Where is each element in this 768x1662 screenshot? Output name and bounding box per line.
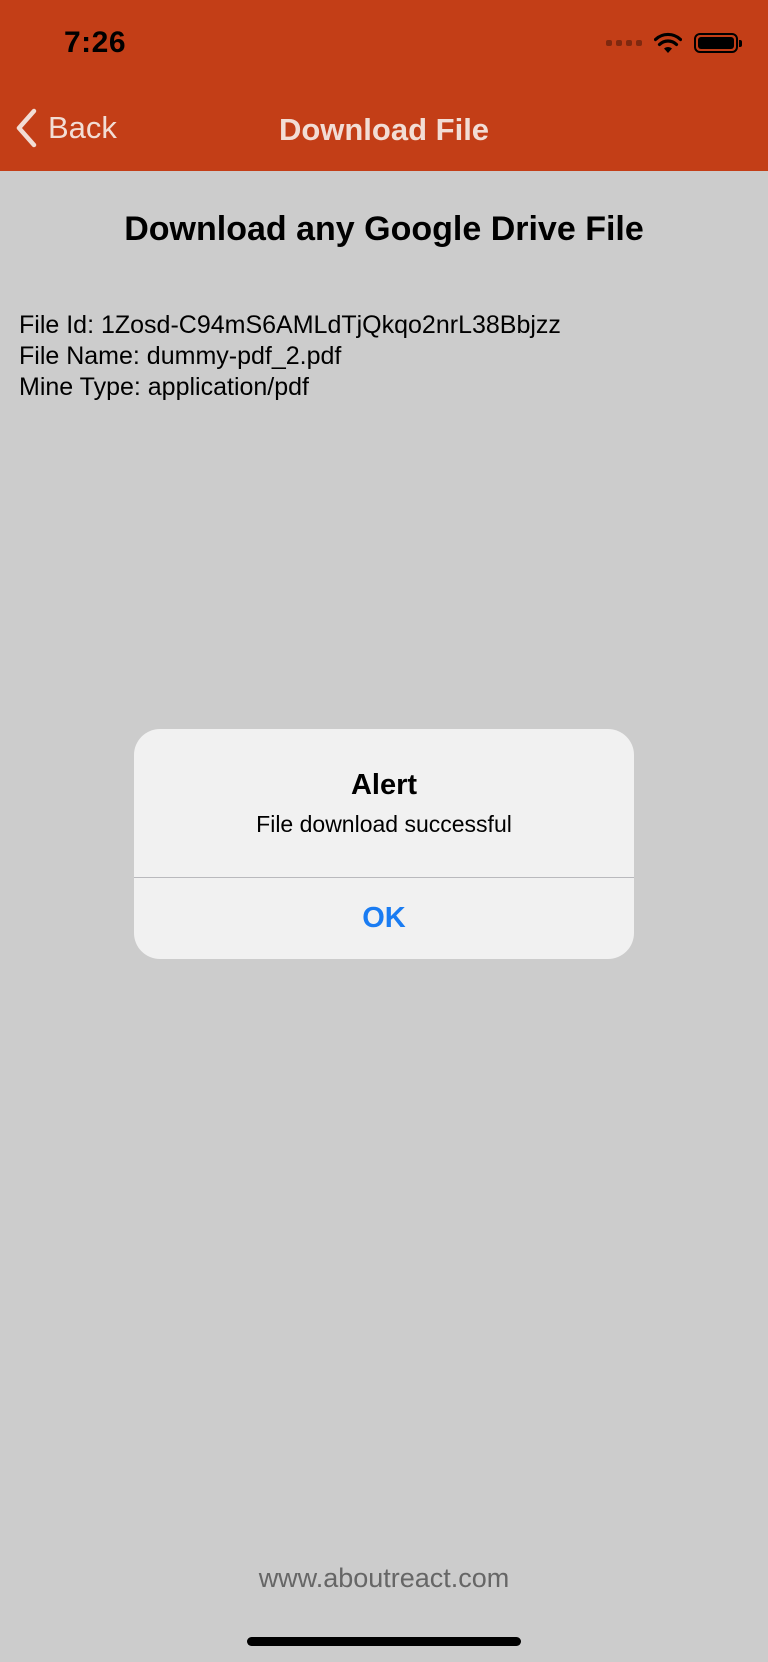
cellular-signal-icon bbox=[606, 40, 642, 46]
status-time: 7:26 bbox=[64, 26, 127, 59]
alert-title: Alert bbox=[350, 769, 418, 801]
battery-icon bbox=[694, 33, 742, 53]
file-name-text: File Name: dummy-pdf_2.pdf bbox=[19, 342, 342, 370]
alert-message: File download successful bbox=[256, 811, 512, 837]
navigation-header: 7:26 Back Download File bbox=[0, 0, 768, 171]
file-info: File Id: 1Zosd-C94mS6AMLdTjQkqo2nrL38Bbj… bbox=[19, 310, 561, 403]
footer-url[interactable]: www.aboutreact.com bbox=[0, 1563, 768, 1594]
alert-ok-button[interactable]: OK bbox=[134, 878, 634, 959]
status-indicators bbox=[606, 32, 742, 54]
home-indicator[interactable] bbox=[247, 1637, 521, 1646]
nav-title: Download File bbox=[278, 112, 490, 147]
page-heading: Download any Google Drive File bbox=[124, 210, 644, 248]
alert-dialog: Alert File download successful OK bbox=[134, 729, 634, 959]
wifi-icon bbox=[654, 32, 682, 54]
mime-type-text: Mine Type: application/pdf bbox=[19, 373, 310, 401]
file-id-text: File Id: 1Zosd-C94mS6AMLdTjQkqo2nrL38Bbj… bbox=[19, 311, 561, 339]
